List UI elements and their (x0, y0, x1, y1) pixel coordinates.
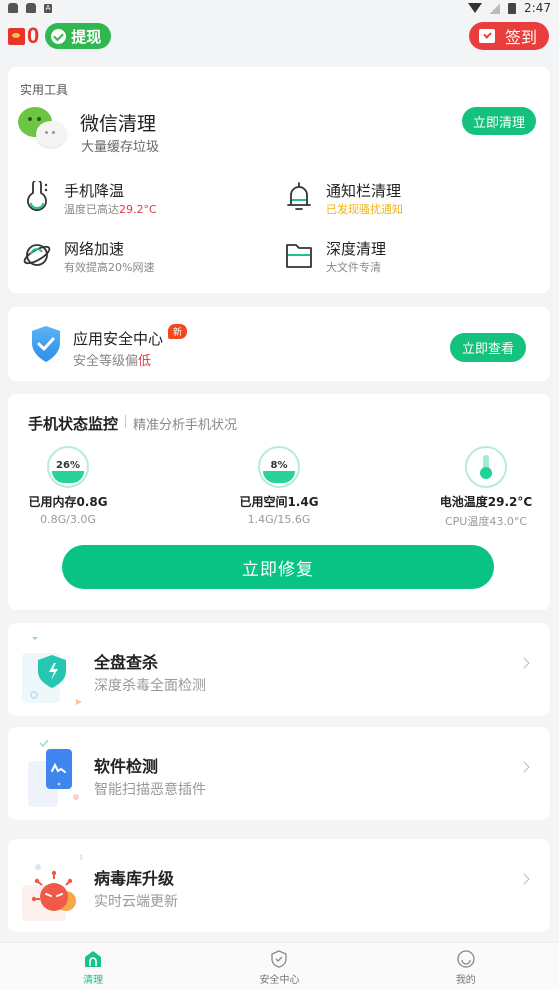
feature-full-scan[interactable]: 全盘查杀 深度杀毒全面检测 (8, 623, 550, 716)
wechat-pay-icon (51, 28, 67, 44)
wechat-clean-subtitle: 大量缓存垃圾 (81, 140, 160, 155)
red-packet-icon[interactable] (8, 27, 25, 45)
shield-check-outline-icon (271, 950, 288, 968)
tab-clean[interactable]: 清理 (0, 943, 186, 989)
memory-percent: 26% (56, 460, 80, 471)
storage-gauge-ring: 8% (258, 446, 300, 488)
tools-card: 实用工具 微信清理 大量缓存垃圾 立即清理 手机降温 温度已高达29.2°C 通… (8, 67, 550, 293)
memory-gauge-fill (52, 471, 84, 483)
bottom-tab-bar: 清理 安全中心 我的 (0, 942, 559, 989)
memory-gauge: 26% 已用内存0.8G 0.8G/3.0G (8, 446, 128, 526)
home-icon (85, 951, 102, 967)
chevron-right-icon (518, 873, 530, 885)
monitor-title: 手机状态监控 (28, 415, 119, 433)
feature-virus-db-update[interactable]: 病毒库升级 实时云端更新 (8, 839, 550, 932)
tab-label: 清理 (83, 975, 104, 986)
security-title: 应用安全中心 (73, 330, 164, 348)
storage-total: 1.4G/15.6G (247, 513, 311, 526)
checkin-button[interactable]: 签到 (468, 22, 549, 50)
battery-temperature: 电池温度29.2°C (439, 495, 533, 509)
storage-gauge: 8% 已用空间1.4G 1.4G/15.6G (219, 446, 339, 526)
phone-monitor-card: 手机状态监控 精准分析手机状况 26% 已用内存0.8G 0.8G/3.0G 8… (8, 394, 550, 610)
chevron-right-icon (518, 761, 530, 773)
monitor-subtitle: 精准分析手机状况 (133, 418, 238, 433)
tool-notification-clean[interactable]: 通知栏清理 已发现骚扰通知 (284, 179, 534, 219)
wechat-clean-title: 微信清理 (80, 113, 157, 135)
thermometer-bulb-icon (27, 181, 48, 211)
storage-gauge-fill (263, 471, 295, 483)
tool-subtitle: 有效提高20%网速 (64, 261, 155, 274)
clean-now-button[interactable]: 立即清理 (461, 107, 536, 135)
divider (125, 415, 126, 428)
temperature-gauge: 电池温度29.2°C CPU温度43.0°C (426, 446, 546, 529)
security-level: 低 (138, 354, 152, 369)
tool-deep-clean[interactable]: 深度清理 大文件专清 (284, 237, 534, 277)
app-icon-a: A (44, 3, 52, 13)
tool-name: 通知栏清理 (326, 182, 402, 200)
battery-charging-icon (508, 2, 517, 14)
notification-icon (26, 3, 36, 13)
coin-count: 0 (27, 23, 40, 48)
tool-name: 深度清理 (326, 240, 387, 258)
temperature-gauge-ring (465, 446, 507, 488)
thermometer-icon (480, 455, 492, 479)
feature-title: 病毒库升级 (94, 869, 175, 888)
withdraw-button[interactable]: 提现 (45, 23, 112, 49)
tool-network-boost[interactable]: 网络加速 有效提高20%网速 (22, 237, 272, 277)
tool-cooling[interactable]: 手机降温 温度已高达29.2°C (22, 179, 272, 219)
feature-subtitle: 深度杀毒全面检测 (94, 678, 206, 694)
new-badge: 新 (168, 324, 188, 339)
wechat-clean-row[interactable]: 微信清理 大量缓存垃圾 立即清理 (8, 103, 550, 155)
memory-used: 已用内存0.8G (28, 495, 108, 509)
fix-now-button[interactable]: 立即修复 (62, 545, 494, 589)
top-bar: 0 提现 签到 (0, 20, 559, 52)
feature-subtitle: 实时云端更新 (94, 894, 178, 910)
feature-subtitle: 智能扫描恶意插件 (94, 782, 206, 798)
clock: 2:47 (524, 1, 551, 15)
storage-used: 已用空间1.4G (239, 495, 319, 509)
feature-software-check[interactable]: 软件检测 智能扫描恶意插件 (8, 727, 550, 820)
folder-icon (286, 244, 312, 268)
status-bar: A 2:47 (0, 0, 559, 16)
notification-icon (8, 3, 18, 13)
tab-security-center[interactable]: 安全中心 (186, 943, 372, 989)
storage-percent: 8% (270, 460, 288, 471)
tool-name: 网络加速 (64, 240, 125, 258)
checkin-label: 签到 (504, 28, 537, 47)
security-center-card[interactable]: 应用安全中心 新 安全等级偏低 立即查看 (8, 307, 550, 381)
feature-title: 全盘查杀 (94, 653, 159, 672)
tool-subtitle: 已发现骚扰通知 (326, 203, 403, 216)
view-now-button[interactable]: 立即查看 (449, 333, 526, 362)
calendar-check-icon (478, 29, 495, 43)
wifi-icon (468, 3, 483, 13)
planet-icon (23, 244, 51, 266)
section-title: 实用工具 (20, 83, 69, 97)
withdraw-label: 提现 (71, 27, 102, 46)
cpu-temperature: CPU温度43.0°C (444, 515, 528, 528)
no-signal-icon (490, 2, 501, 14)
phone-scan-icon (28, 739, 79, 807)
temperature-value: 29.2°C (119, 203, 157, 216)
shield-check-icon (32, 326, 60, 362)
virus-icon (22, 854, 82, 921)
tool-subtitle: 大文件专清 (326, 261, 381, 274)
smiley-face-icon (457, 950, 475, 968)
shield-lightning-icon (22, 637, 82, 705)
tool-subtitle: 温度已高达29.2°C (64, 203, 157, 216)
tab-mine[interactable]: 我的 (373, 943, 559, 989)
memory-gauge-ring: 26% (47, 446, 89, 488)
wechat-icon (18, 107, 70, 151)
feature-title: 软件检测 (94, 757, 159, 776)
chevron-right-icon (518, 657, 530, 669)
tab-label: 我的 (455, 975, 476, 986)
security-subtitle: 安全等级偏低 (73, 354, 152, 369)
memory-total: 0.8G/3.0G (40, 513, 96, 526)
bell-icon (287, 182, 311, 210)
tab-label: 安全中心 (259, 975, 300, 986)
tool-name: 手机降温 (64, 182, 125, 200)
